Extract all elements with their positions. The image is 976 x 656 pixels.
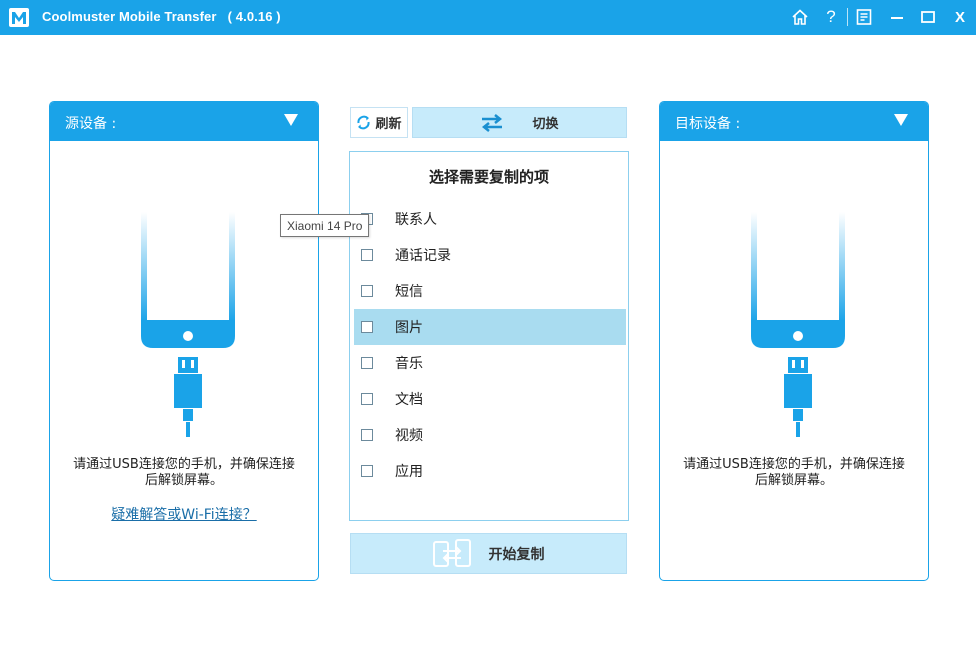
- checkbox[interactable]: [361, 393, 373, 405]
- close-icon[interactable]: X: [949, 6, 971, 28]
- help-icon[interactable]: ?: [820, 6, 842, 28]
- data-type-list: 选择需要复制的项 联系人 通话记录 短信 图片 音乐 文档 视频 应用: [349, 151, 629, 521]
- checkbox[interactable]: [361, 429, 373, 441]
- phone-transfer-icon: [432, 538, 471, 567]
- checkbox[interactable]: [361, 285, 373, 297]
- list-item-contacts[interactable]: 联系人: [354, 201, 626, 237]
- phone-connect-icon: [141, 212, 235, 437]
- home-icon[interactable]: [789, 6, 811, 28]
- list-item-documents[interactable]: 文档: [354, 381, 626, 417]
- switch-button[interactable]: 切换: [412, 107, 627, 138]
- item-label: 文档: [395, 392, 423, 408]
- troubleshoot-link[interactable]: 疑难解答或Wi-Fi连接？: [50, 504, 318, 524]
- source-panel-header[interactable]: 源设备 :: [50, 102, 318, 141]
- list-item-music[interactable]: 音乐: [354, 345, 626, 381]
- item-label: 图片: [395, 320, 423, 336]
- item-label: 联系人: [395, 212, 437, 228]
- list-item-call-logs[interactable]: 通话记录: [354, 237, 626, 273]
- device-tooltip: Xiaomi 14 Pro: [280, 214, 370, 237]
- switch-label: 切换: [532, 117, 559, 132]
- list-item-videos[interactable]: 视频: [354, 417, 626, 453]
- minimize-icon[interactable]: [886, 6, 908, 28]
- maximize-icon[interactable]: [917, 6, 939, 28]
- phone-connect-icon: [751, 212, 845, 437]
- target-panel-header[interactable]: 目标设备 :: [660, 102, 928, 141]
- target-connect-message: 请通过USB连接您的手机，并确保连接后解锁屏幕。: [683, 457, 905, 488]
- start-copy-button[interactable]: 开始复制: [350, 533, 627, 574]
- target-panel-title: 目标设备 :: [675, 116, 741, 132]
- titlebar-divider: [847, 8, 848, 26]
- list-item-apps[interactable]: 应用: [354, 453, 626, 489]
- checkbox[interactable]: [361, 357, 373, 369]
- list-item-messages[interactable]: 短信: [354, 273, 626, 309]
- source-panel-title: 源设备 :: [65, 116, 117, 132]
- item-label: 视频: [395, 428, 423, 444]
- item-label: 应用: [395, 464, 423, 480]
- list-item-photos[interactable]: 图片: [354, 309, 626, 345]
- item-label: 通话记录: [395, 248, 451, 264]
- checkbox[interactable]: [361, 321, 373, 333]
- source-connect-message: 请通过USB连接您的手机，并确保连接后解锁屏幕。: [73, 457, 295, 488]
- dropdown-arrow-icon[interactable]: [284, 114, 298, 126]
- checkbox[interactable]: [361, 465, 373, 477]
- refresh-icon: [357, 115, 370, 130]
- target-device-panel: 目标设备 : 请通过USB连接您的手机，并确保连接后解锁屏幕。: [659, 101, 929, 581]
- item-label: 短信: [395, 284, 423, 300]
- feedback-icon[interactable]: [853, 6, 875, 28]
- dropdown-arrow-icon[interactable]: [894, 114, 908, 126]
- checkbox[interactable]: [361, 249, 373, 261]
- refresh-label: 刷新: [375, 117, 402, 132]
- source-device-panel: 源设备 : 请通过USB连接您的手机，并确保连接后解锁屏幕。 疑难解答或Wi-F…: [49, 101, 319, 581]
- item-label: 音乐: [395, 356, 423, 372]
- start-copy-label: 开始复制: [488, 546, 545, 563]
- refresh-button[interactable]: 刷新: [350, 107, 408, 138]
- app-title: Coolmuster Mobile Transfer ( 4.0.16 ): [42, 9, 281, 24]
- swap-arrows-icon: [482, 113, 503, 132]
- list-title: 选择需要复制的项: [428, 168, 549, 186]
- app-logo-icon: [9, 8, 29, 27]
- title-bar: Coolmuster Mobile Transfer ( 4.0.16 ) ? …: [0, 0, 976, 35]
